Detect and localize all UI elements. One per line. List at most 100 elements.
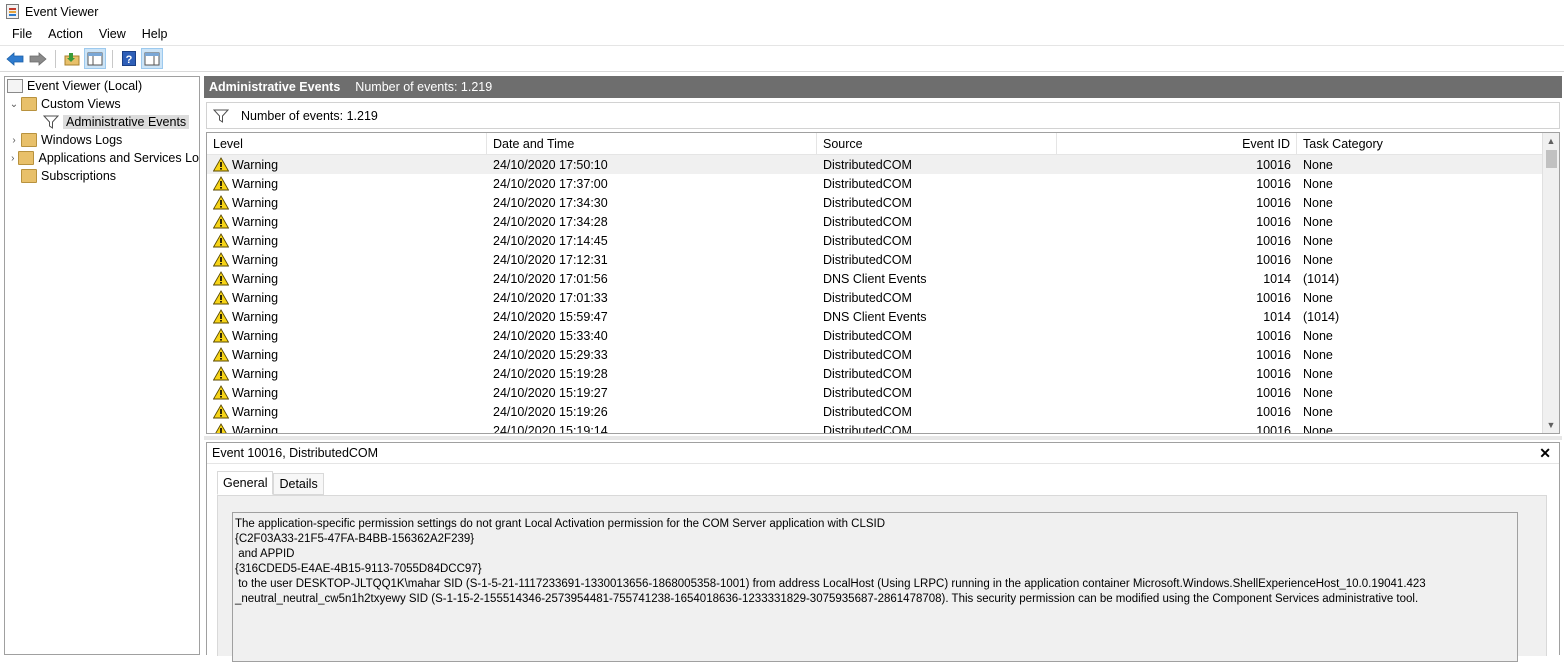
filter-bar: Number of events: 1.219 [206, 102, 1560, 129]
chevron-right-icon[interactable]: › [7, 135, 21, 146]
table-row[interactable]: Warning 24/10/2020 15:19:14 DistributedCOM… [207, 421, 1559, 434]
cell-date-time: 24/10/2020 15:19:26 [493, 404, 608, 419]
event-detail-pane: Event 10016, DistributedCOM ✕ General De… [206, 442, 1560, 662]
level-text: Warning [232, 385, 279, 400]
menu-file[interactable]: File [4, 27, 40, 41]
cell-date-time: 24/10/2020 15:19:27 [493, 385, 608, 400]
tree-item-applications-and-services[interactable]: › Applications and Services Lo [5, 149, 199, 167]
table-row[interactable]: Warning 24/10/2020 17:12:31 DistributedCOM… [207, 250, 1559, 269]
level-text: Warning [232, 157, 279, 172]
table-body: Warning 24/10/2020 17:50:10 DistributedCOM… [207, 155, 1559, 434]
tree-item-subscriptions[interactable]: Subscriptions [5, 167, 199, 185]
tab-general[interactable]: General [217, 471, 274, 495]
table-row[interactable]: Warning 24/10/2020 15:59:47 DNS Client Eve… [207, 307, 1559, 326]
cell-date-time: 24/10/2020 17:50:10 [493, 157, 608, 172]
column-header-task-category[interactable]: Task Category [1297, 133, 1535, 154]
column-header-level[interactable]: Level [207, 133, 487, 154]
cell-source: DistributedCOM [823, 423, 912, 434]
cell-task-category: None [1303, 290, 1333, 305]
event-message[interactable]: The application-specific permission sett… [232, 512, 1518, 662]
table-row[interactable]: Warning 24/10/2020 15:19:28 DistributedCOM… [207, 364, 1559, 383]
table-row[interactable]: Warning 24/10/2020 15:33:40 DistributedCOM… [207, 326, 1559, 345]
cell-event-id: 10016 [1256, 347, 1291, 362]
chevron-down-icon[interactable]: ⌄ [7, 99, 21, 110]
pane-splitter[interactable] [204, 436, 1562, 440]
folder-icon [21, 169, 37, 183]
cell-source: DistributedCOM [823, 214, 912, 229]
scroll-thumb[interactable] [1546, 150, 1557, 168]
cell-task-category: None [1303, 195, 1333, 210]
table-row[interactable]: Warning 24/10/2020 17:34:30 DistributedCOM… [207, 193, 1559, 212]
chevron-right-icon[interactable]: › [7, 153, 18, 164]
cell-level: Warning [207, 326, 487, 345]
level-text: Warning [232, 423, 279, 434]
cell-source: DistributedCOM [823, 385, 912, 400]
event-viewer-icon [7, 79, 23, 93]
menu-help[interactable]: Help [134, 27, 176, 41]
column-header-event-id[interactable]: Event ID [1057, 133, 1297, 154]
cell-level: Warning [207, 193, 487, 212]
tab-details[interactable]: Details [273, 473, 324, 495]
cell-date-time: 24/10/2020 15:19:14 [493, 423, 608, 434]
cell-event-id: 10016 [1256, 157, 1291, 172]
table-row[interactable]: Warning 24/10/2020 17:50:10 DistributedCOM… [207, 155, 1559, 174]
events-table: Level Date and Time Source Event ID Task… [206, 132, 1560, 434]
cell-task-category: None [1303, 233, 1333, 248]
level-text: Warning [232, 195, 279, 210]
tree-item-label: Windows Logs [41, 133, 123, 147]
cell-source: DNS Client Events [823, 271, 927, 286]
menu-bar: File Action View Help [0, 23, 1564, 44]
tree-item-administrative-events[interactable]: Administrative Events [5, 113, 199, 131]
open-folder-icon[interactable] [61, 48, 83, 69]
table-row[interactable]: Warning 24/10/2020 17:37:00 DistributedCOM… [207, 174, 1559, 193]
cell-date-time: 24/10/2020 17:01:56 [493, 271, 608, 286]
help-icon[interactable]: ? [118, 48, 140, 69]
show-hide-action-pane-icon[interactable] [141, 48, 163, 69]
cell-event-id: 10016 [1256, 328, 1291, 343]
forward-arrow-icon[interactable] [27, 48, 49, 69]
level-text: Warning [232, 309, 279, 324]
table-row[interactable]: Warning 24/10/2020 15:29:33 DistributedCOM… [207, 345, 1559, 364]
table-row[interactable]: Warning 24/10/2020 17:01:56 DNS Client Eve… [207, 269, 1559, 288]
table-row[interactable]: Warning 24/10/2020 17:01:33 DistributedCOM… [207, 288, 1559, 307]
cell-source: DistributedCOM [823, 176, 912, 191]
cell-level: Warning [207, 383, 487, 402]
table-header: Level Date and Time Source Event ID Task… [207, 133, 1559, 155]
detail-header: Event 10016, DistributedCOM ✕ [207, 443, 1559, 464]
warning-icon [213, 176, 229, 191]
cell-date-time: 24/10/2020 17:01:33 [493, 290, 608, 305]
menu-action[interactable]: Action [40, 27, 91, 41]
table-row[interactable]: Warning 24/10/2020 15:19:26 DistributedCOM… [207, 402, 1559, 421]
folder-icon [18, 151, 35, 165]
cell-task-category: None [1303, 176, 1333, 191]
column-header-source[interactable]: Source [817, 133, 1057, 154]
tree-item-windows-logs[interactable]: › Windows Logs [5, 131, 199, 149]
filter-icon [213, 109, 229, 123]
scroll-down-icon[interactable]: ▼ [1543, 417, 1559, 433]
cell-event-id: 10016 [1256, 404, 1291, 419]
tree-item-label: Custom Views [41, 97, 121, 111]
cell-level: Warning [207, 250, 487, 269]
table-row[interactable]: Warning 24/10/2020 17:34:28 DistributedCOM… [207, 212, 1559, 231]
cell-source: DistributedCOM [823, 290, 912, 305]
tab-content: The application-specific permission sett… [217, 495, 1547, 662]
scroll-up-icon[interactable]: ▲ [1543, 133, 1559, 149]
vertical-scrollbar[interactable]: ▲ ▼ [1542, 133, 1559, 433]
tree-item-custom-views[interactable]: ⌄ Custom Views [5, 95, 199, 113]
cell-task-category: (1014) [1303, 309, 1340, 324]
close-icon[interactable]: ✕ [1539, 445, 1551, 462]
cell-level: Warning [207, 212, 487, 231]
cell-date-time: 24/10/2020 17:34:30 [493, 195, 608, 210]
level-text: Warning [232, 328, 279, 343]
filter-count: Number of events: 1.219 [241, 108, 378, 123]
menu-view[interactable]: View [91, 27, 134, 41]
tree-item-label: Subscriptions [41, 169, 117, 183]
table-row[interactable]: Warning 24/10/2020 15:19:27 DistributedCOM… [207, 383, 1559, 402]
table-row[interactable]: Warning 24/10/2020 17:14:45 DistributedCOM… [207, 231, 1559, 250]
cell-date-time: 24/10/2020 17:14:45 [493, 233, 608, 248]
show-hide-tree-icon[interactable] [84, 48, 106, 69]
column-header-date-time[interactable]: Date and Time [487, 133, 817, 154]
cell-event-id: 10016 [1256, 366, 1291, 381]
back-arrow-icon[interactable] [4, 48, 26, 69]
tree-item-event-viewer-local[interactable]: Event Viewer (Local) [5, 77, 199, 95]
